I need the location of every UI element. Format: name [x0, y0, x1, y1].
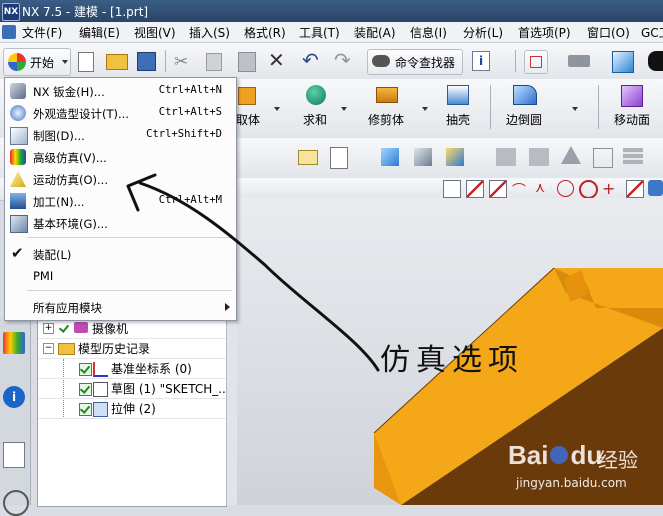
watermark-url: jingyan.baidu.com — [516, 476, 627, 490]
annotation-text: 仿真选项 — [380, 343, 524, 378]
annotation-stroke — [138, 181, 380, 372]
watermark-suffix: 经验 — [598, 448, 638, 472]
annotation-arrowhead — [126, 173, 157, 212]
watermark: Bai du 经验 jingyan.baidu.com — [508, 430, 658, 500]
paw-icon — [550, 446, 569, 464]
watermark-brand: Bai du — [508, 440, 603, 470]
